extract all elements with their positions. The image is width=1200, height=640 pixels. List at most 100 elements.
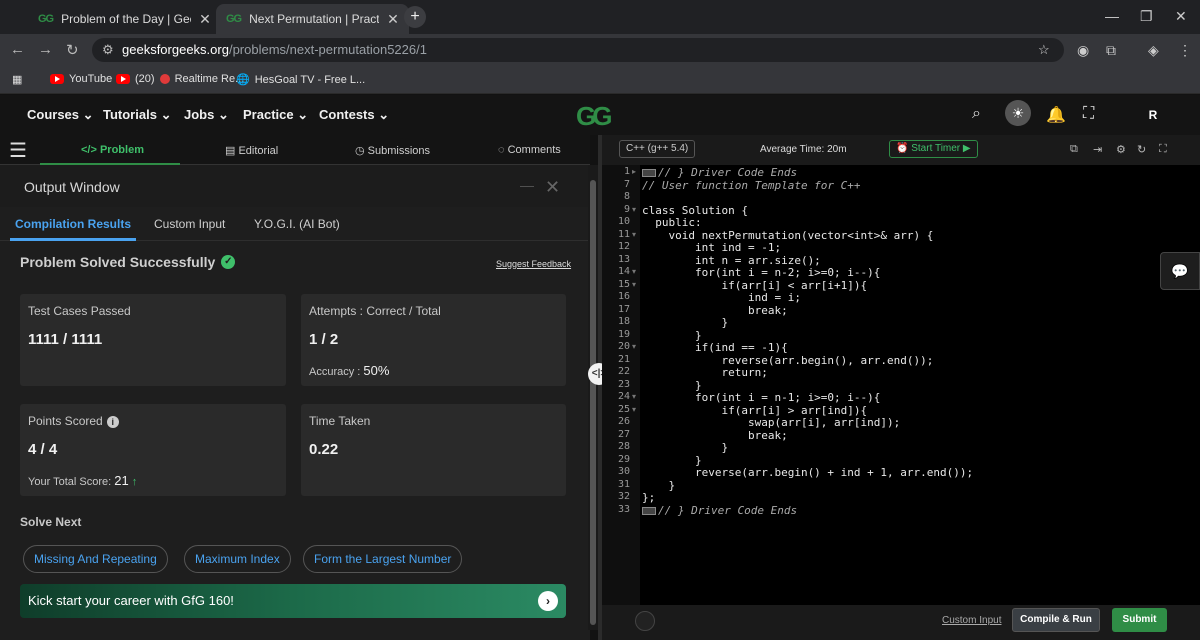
nav-jobs[interactable]: Jobs ⌄ bbox=[184, 107, 229, 123]
suggest-feedback-link[interactable]: Suggest Feedback bbox=[496, 259, 571, 269]
language-select[interactable]: C++ (g++ 5.4) bbox=[619, 140, 696, 158]
tab-editorial[interactable]: ▤ Editorial bbox=[225, 144, 278, 157]
bell-icon[interactable]: 🔔 bbox=[1046, 105, 1066, 125]
folded-code-icon[interactable] bbox=[642, 169, 656, 177]
window-close-icon[interactable]: ✕ bbox=[1175, 8, 1187, 25]
code-line[interactable]: // User function Template for C++ bbox=[642, 179, 861, 192]
bookmark-hesgoal[interactable]: 🌐 HesGoal TV - Free L... bbox=[236, 73, 365, 87]
tab-comments[interactable]: ◌ Comments bbox=[498, 144, 561, 156]
back-icon[interactable]: ← bbox=[10, 41, 25, 58]
tab-compilation-results[interactable]: Compilation Results bbox=[15, 217, 131, 231]
code-line[interactable]: // } Driver Code Ends bbox=[642, 166, 797, 179]
code-editor[interactable]: 1 ▸ 7 8 9 ▾ 10 11 ▾ 12 13 14 ▾ 15 ▾ 16 17 18 19 20 ▾ 21 22 23 24… bbox=[602, 165, 1200, 605]
code-line[interactable]: class Solution { bbox=[642, 204, 748, 217]
reset-icon[interactable]: ↻ bbox=[1137, 143, 1146, 156]
code-line[interactable]: int ind = -1; bbox=[642, 241, 781, 254]
fold-arrow-icon[interactable]: ▾ bbox=[632, 405, 636, 414]
nav-courses[interactable]: Courses ⌄ bbox=[27, 107, 94, 123]
nav-practice[interactable]: Practice ⌄ bbox=[243, 107, 308, 123]
fold-arrow-icon[interactable]: ▾ bbox=[632, 267, 636, 276]
code-line[interactable]: } bbox=[642, 454, 702, 467]
minimize-icon[interactable]: — bbox=[1105, 8, 1119, 24]
fold-arrow-icon[interactable]: ▾ bbox=[632, 280, 636, 289]
url-input[interactable]: ⚙ geeksforgeeks.org/problems/next-permut… bbox=[92, 38, 1064, 62]
info-icon[interactable]: i bbox=[106, 416, 119, 428]
console-toggle-icon[interactable] bbox=[635, 611, 655, 631]
chevron-right-icon[interactable]: › bbox=[538, 591, 558, 611]
search-icon[interactable]: ⌕ bbox=[972, 105, 981, 123]
menu-dots-icon[interactable]: ⋮ bbox=[1178, 42, 1192, 59]
bookmark-realtime[interactable]: (20) Realtime Re... bbox=[116, 73, 244, 85]
close-tab-icon[interactable]: ✕ bbox=[199, 11, 211, 28]
code-line[interactable]: } bbox=[642, 379, 702, 392]
bookmark-youtube[interactable]: YouTube bbox=[50, 73, 112, 85]
compile-run-button[interactable]: Compile & Run bbox=[1012, 608, 1100, 632]
browser-tab-next-permutation[interactable]: GG Next Permutation | Practice | Ge ✕ bbox=[216, 4, 409, 34]
restore-icon[interactable]: ❐ bbox=[1140, 8, 1153, 25]
code-line[interactable]: void nextPermutation(vector<int>& arr) { bbox=[642, 229, 933, 242]
code-line[interactable]: if(arr[i] < arr[i+1]){ bbox=[642, 279, 867, 292]
theme-toggle-icon[interactable]: ☀ bbox=[1005, 100, 1031, 126]
tab-submissions[interactable]: ◷ Submissions bbox=[355, 144, 430, 157]
close-panel-icon[interactable]: ✕ bbox=[545, 177, 560, 198]
tab-yogi-bot[interactable]: Y.O.G.I. (AI Bot) bbox=[254, 217, 340, 231]
forward-icon[interactable]: → bbox=[38, 41, 53, 58]
avatar[interactable]: R bbox=[1142, 104, 1164, 126]
nav-tutorials[interactable]: Tutorials ⌄ bbox=[103, 107, 171, 123]
fullscreen-icon[interactable]: ⛶ bbox=[1159, 143, 1167, 156]
code-line[interactable]: if(arr[i] > arr[ind]){ bbox=[642, 404, 867, 417]
code-line[interactable]: ind = i; bbox=[642, 291, 801, 304]
folded-code-icon[interactable] bbox=[642, 506, 656, 515]
translate-icon[interactable]: ⛶ bbox=[1083, 105, 1094, 123]
reload-icon[interactable]: ↻ bbox=[66, 41, 79, 59]
nav-contests[interactable]: Contests ⌄ bbox=[319, 107, 389, 123]
bookmark-star-icon[interactable]: ☆ bbox=[1038, 38, 1050, 62]
chat-icon[interactable]: 💬 bbox=[1160, 252, 1200, 290]
fold-arrow-icon[interactable]: ▾ bbox=[632, 205, 636, 214]
code-line[interactable]: reverse(arr.begin(), arr.end()); bbox=[642, 354, 933, 367]
code-line[interactable]: swap(arr[i], arr[ind]); bbox=[642, 416, 900, 429]
profile-icon[interactable]: ◈ bbox=[1148, 42, 1159, 59]
copy-icon[interactable]: ⧉ bbox=[1070, 143, 1078, 156]
code-line[interactable]: for(int i = n-2; i>=0; i--){ bbox=[642, 266, 880, 279]
site-info-icon[interactable]: ⚙ bbox=[102, 38, 114, 62]
export-icon[interactable]: ⇥ bbox=[1093, 143, 1102, 156]
submit-button[interactable]: Submit bbox=[1112, 608, 1167, 632]
code-line[interactable]: for(int i = n-1; i>=0; i--){ bbox=[642, 391, 880, 404]
hamburger-icon[interactable]: ☰ bbox=[9, 138, 27, 163]
code-line[interactable]: // } Driver Code Ends bbox=[642, 504, 797, 517]
code-line[interactable]: int n = arr.size(); bbox=[642, 254, 821, 267]
custom-input-link[interactable]: Custom Input bbox=[942, 615, 1001, 626]
tab-problem[interactable]: </> Problem bbox=[81, 144, 144, 156]
tab-custom-input[interactable]: Custom Input bbox=[154, 217, 225, 231]
code-line[interactable]: return; bbox=[642, 366, 767, 379]
code-line[interactable]: } bbox=[642, 441, 728, 454]
fold-arrow-icon[interactable]: ▾ bbox=[632, 230, 636, 239]
code-line[interactable]: reverse(arr.begin() + ind + 1, arr.end()… bbox=[642, 466, 973, 479]
code-line[interactable]: if(ind == -1){ bbox=[642, 341, 788, 354]
next-problem-form-largest-number[interactable]: Form the Largest Number bbox=[303, 545, 463, 573]
code-line[interactable]: } bbox=[642, 479, 675, 492]
next-problem-maximum-index[interactable]: Maximum Index bbox=[184, 545, 291, 573]
scrollbar-thumb[interactable] bbox=[590, 180, 596, 625]
fold-arrow-icon[interactable]: ▾ bbox=[632, 342, 636, 351]
gfg-logo[interactable]: GG bbox=[576, 101, 613, 132]
settings-icon[interactable]: ⚙ bbox=[1116, 143, 1126, 156]
code-line[interactable]: } bbox=[642, 316, 728, 329]
fold-arrow-icon[interactable]: ▸ bbox=[632, 167, 636, 176]
code-line[interactable]: }; bbox=[642, 491, 655, 504]
output-scrollbar[interactable] bbox=[588, 165, 598, 630]
extension-icon[interactable]: ◉ bbox=[1077, 42, 1089, 59]
next-problem-missing-and-repeating[interactable]: Missing And Repeating bbox=[23, 545, 168, 573]
code-line[interactable]: } bbox=[642, 329, 702, 342]
browser-tab-potd[interactable]: GG Problem of the Day | GeeksforG ✕ bbox=[28, 4, 221, 34]
close-tab-icon[interactable]: ✕ bbox=[387, 11, 399, 28]
minimize-panel-icon[interactable]: — bbox=[520, 177, 534, 193]
fold-arrow-icon[interactable]: ▾ bbox=[632, 392, 636, 401]
apps-grid-icon[interactable]: ▦ bbox=[12, 73, 22, 86]
code-line[interactable]: public: bbox=[642, 216, 701, 229]
start-timer-button[interactable]: ⏰ Start Timer ▶ bbox=[889, 140, 978, 158]
code-line[interactable]: break; bbox=[642, 429, 788, 442]
code-line[interactable]: break; bbox=[642, 304, 788, 317]
gfg160-banner[interactable]: Kick start your career with GfG 160! › bbox=[20, 584, 566, 618]
